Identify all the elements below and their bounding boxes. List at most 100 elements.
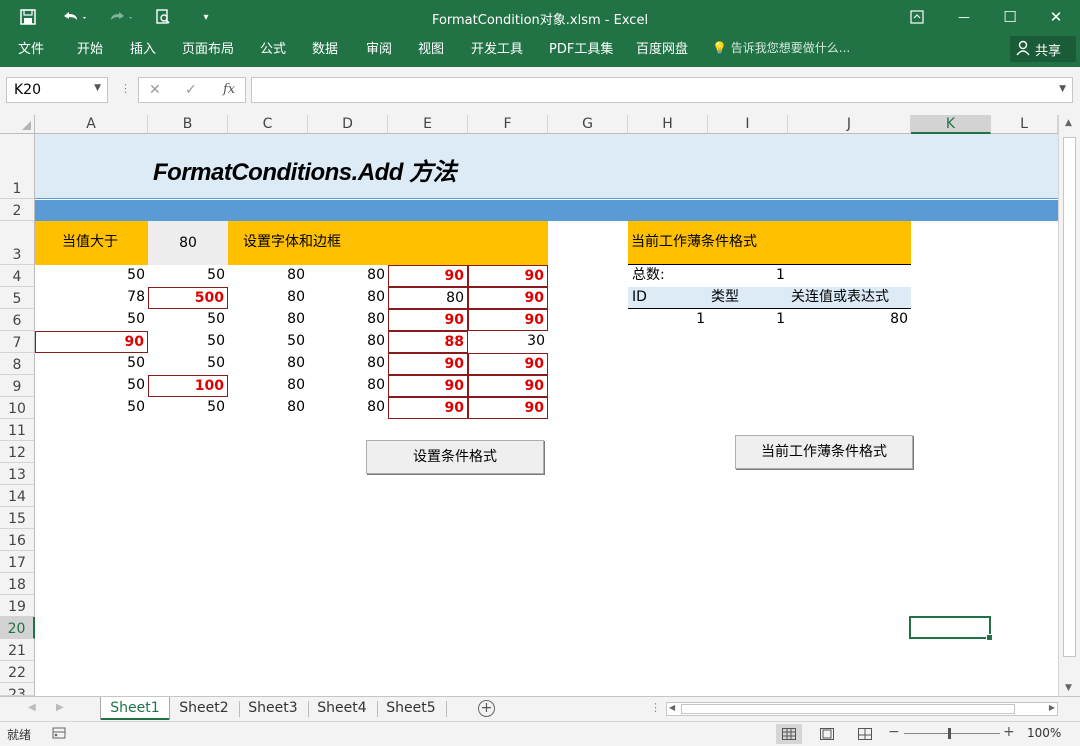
row-header-9[interactable]: 9 — [0, 375, 35, 397]
tab-pdf-tools[interactable]: PDF工具集 — [549, 38, 613, 57]
insert-function-icon[interactable]: fx — [223, 82, 235, 97]
column-header-h[interactable]: H — [628, 115, 708, 134]
row-header-1[interactable]: 1 — [0, 134, 35, 199]
column-header-c[interactable]: C — [228, 115, 308, 134]
zoom-in-icon[interactable]: + — [1003, 724, 1015, 740]
zoom-out-icon[interactable]: − — [888, 724, 900, 740]
column-header-k[interactable]: K — [911, 115, 991, 134]
cell-b8[interactable]: 50 — [148, 353, 228, 374]
cell-f4[interactable]: 90 — [468, 265, 548, 287]
zoom-level[interactable]: 100% — [1027, 726, 1061, 740]
cell-c4[interactable]: 80 — [228, 265, 308, 286]
column-header-e[interactable]: E — [388, 115, 468, 134]
tab-baidu-netdisk[interactable]: 百度网盘 — [636, 38, 688, 57]
column-header-g[interactable]: G — [548, 115, 628, 134]
cell-a6[interactable]: 50 — [35, 309, 148, 330]
set-cf-button[interactable]: 设置条件格式 — [366, 440, 544, 474]
cell-f6[interactable]: 90 — [468, 309, 548, 331]
row-header-22[interactable]: 22 — [0, 661, 35, 683]
cell-b4[interactable]: 50 — [148, 265, 228, 286]
cell-e4[interactable]: 90 — [388, 265, 468, 287]
cell-b7[interactable]: 50 — [148, 331, 228, 352]
scroll-left-icon[interactable]: ◀ — [669, 703, 675, 712]
vertical-scrollbar[interactable]: ▲ ▼ — [1058, 115, 1080, 696]
row-header-17[interactable]: 17 — [0, 551, 35, 573]
row-header-13[interactable]: 13 — [0, 463, 35, 485]
cell-f10[interactable]: 90 — [468, 397, 548, 419]
row-header-2[interactable]: 2 — [0, 199, 35, 221]
cell-a5[interactable]: 78 — [35, 287, 148, 308]
row-header-23[interactable]: 23 — [0, 683, 35, 696]
cell-c6[interactable]: 80 — [228, 309, 308, 330]
vertical-scroll-thumb[interactable] — [1063, 137, 1076, 657]
ribbon-display-icon[interactable] — [906, 6, 928, 28]
cell-c5[interactable]: 80 — [228, 287, 308, 308]
summary-header-value[interactable]: 关连值或表达式 — [791, 287, 889, 308]
select-all-corner[interactable] — [0, 115, 35, 134]
cell-f8[interactable]: 90 — [468, 353, 548, 375]
resize-handle-icon[interactable]: ⋮ — [120, 82, 131, 95]
tab-data[interactable]: 数据 — [312, 38, 338, 57]
normal-view-icon[interactable] — [776, 724, 802, 744]
summary-header-id[interactable]: ID — [632, 287, 647, 308]
cell-f5[interactable]: 90 — [468, 287, 548, 309]
row-header-6[interactable]: 6 — [0, 309, 35, 331]
column-header-b[interactable]: B — [148, 115, 228, 134]
zoom-slider[interactable] — [904, 728, 1000, 739]
cell-b6[interactable]: 50 — [148, 309, 228, 330]
row-header-20[interactable]: 20 — [0, 617, 35, 639]
tab-home[interactable]: 开始 — [77, 38, 103, 57]
sheet-tab-sheet5[interactable]: Sheet5 — [377, 697, 445, 720]
sheet-tab-sheet4[interactable]: Sheet4 — [308, 697, 376, 720]
summary-row-value[interactable]: 80 — [788, 309, 911, 330]
cell-d5[interactable]: 80 — [308, 287, 388, 308]
cell-d9[interactable]: 80 — [308, 375, 388, 396]
cell-d10[interactable]: 80 — [308, 397, 388, 418]
column-header-l[interactable]: L — [991, 115, 1058, 134]
cell-c8[interactable]: 80 — [228, 353, 308, 374]
scrollbar-resize-icon[interactable]: ⋮ — [650, 701, 661, 714]
column-header-i[interactable]: I — [708, 115, 788, 134]
row-header-19[interactable]: 19 — [0, 595, 35, 617]
row-header-12[interactable]: 12 — [0, 441, 35, 463]
cell-f7[interactable]: 30 — [468, 331, 548, 352]
formula-input[interactable]: ▼ — [251, 77, 1073, 103]
cell-d8[interactable]: 80 — [308, 353, 388, 374]
sheet-tab-sheet2[interactable]: Sheet2 — [170, 697, 238, 720]
row-header-5[interactable]: 5 — [0, 287, 35, 309]
cell-c10[interactable]: 80 — [228, 397, 308, 418]
tab-file[interactable]: 文件 — [18, 38, 44, 57]
selected-cell-cursor[interactable] — [909, 616, 993, 641]
row-header-4[interactable]: 4 — [0, 265, 35, 287]
tab-insert[interactable]: 插入 — [130, 38, 156, 57]
row-header-10[interactable]: 10 — [0, 397, 35, 419]
scroll-down-icon[interactable]: ▼ — [1065, 683, 1072, 693]
sheet-tab-sheet3[interactable]: Sheet3 — [239, 697, 307, 720]
cell-d4[interactable]: 80 — [308, 265, 388, 286]
threshold-cell[interactable]: 80 — [148, 221, 228, 265]
column-header-d[interactable]: D — [308, 115, 388, 134]
expand-formula-icon[interactable]: ▼ — [1059, 84, 1066, 94]
minimize-icon[interactable]: — — [952, 6, 976, 28]
page-break-view-icon[interactable] — [858, 728, 872, 743]
label-current-workbook-cf[interactable]: 当前工作薄条件格式 — [631, 232, 757, 253]
cell-e5[interactable]: 80 — [388, 287, 468, 309]
summary-row-type[interactable]: 1 — [708, 309, 788, 330]
row-header-3[interactable]: 3 — [0, 221, 35, 265]
macro-record-icon[interactable] — [52, 726, 66, 743]
row-header-15[interactable]: 15 — [0, 507, 35, 529]
cell-e8[interactable]: 90 — [388, 353, 468, 375]
name-box[interactable]: K20 ▼ — [6, 77, 108, 103]
scroll-up-icon[interactable]: ▲ — [1065, 118, 1072, 128]
maximize-icon[interactable]: ☐ — [998, 6, 1022, 28]
cancel-icon[interactable]: ✕ — [149, 82, 161, 98]
column-header-f[interactable]: F — [468, 115, 548, 134]
summary-total-label[interactable]: 总数: — [632, 265, 665, 286]
tab-review[interactable]: 审阅 — [366, 38, 392, 57]
cell-e7[interactable]: 88 — [388, 331, 468, 353]
tab-page-layout[interactable]: 页面布局 — [182, 38, 234, 57]
tab-formulas[interactable]: 公式 — [260, 38, 286, 57]
row-header-18[interactable]: 18 — [0, 573, 35, 595]
cell-d7[interactable]: 80 — [308, 331, 388, 352]
tab-scroll-right-icon[interactable]: ▶ — [56, 702, 64, 713]
